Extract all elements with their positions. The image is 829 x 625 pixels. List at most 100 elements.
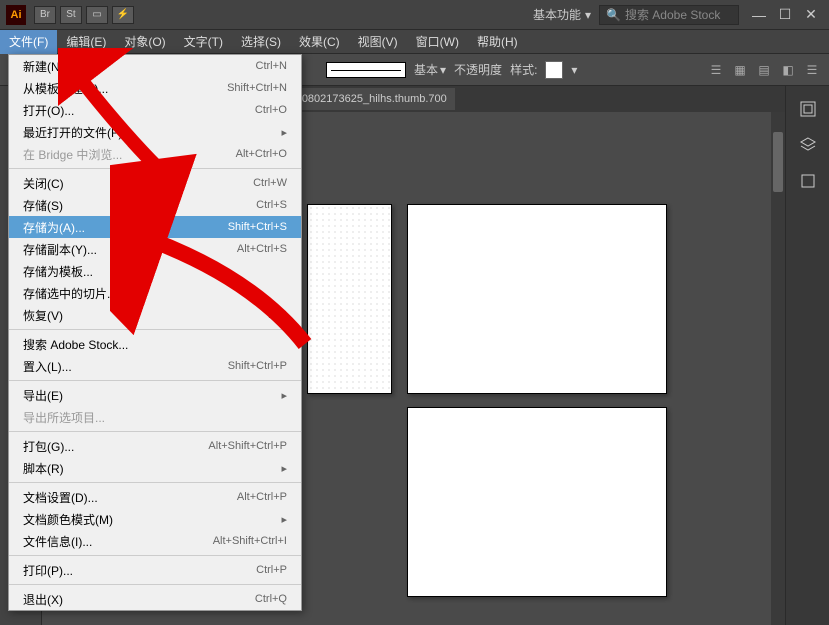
menu-separator xyxy=(9,431,301,432)
menu-effect[interactable]: 效果(C) xyxy=(290,30,349,54)
menu-item-label: 置入(L)... xyxy=(23,358,228,375)
file-menu-item[interactable]: 打包(G)...Alt+Shift+Ctrl+P xyxy=(9,435,301,457)
artboard-3[interactable] xyxy=(407,407,667,597)
menu-item-label: 从模板新建(T)... xyxy=(23,80,227,97)
menu-item-label: 存储为(A)... xyxy=(23,219,228,236)
minimize-button[interactable]: — xyxy=(747,7,771,23)
libraries-icon[interactable] xyxy=(797,98,819,120)
artboards-icon[interactable] xyxy=(797,170,819,192)
file-menu-item[interactable]: 关闭(C)Ctrl+W xyxy=(9,172,301,194)
menu-shortcut: Ctrl+N xyxy=(256,60,287,72)
arrange-icon[interactable]: ▭ xyxy=(86,6,108,24)
menu-shortcut: Ctrl+Q xyxy=(255,593,287,605)
doc-setup-icon[interactable]: ☰ xyxy=(707,61,725,79)
menu-shortcut: Ctrl+O xyxy=(255,104,287,116)
file-menu-item[interactable]: 置入(L)...Shift+Ctrl+P xyxy=(9,355,301,377)
workspace-switcher[interactable]: 基本功能 ▾ xyxy=(525,4,599,25)
transform-icon[interactable]: ◧ xyxy=(779,61,797,79)
menu-shortcut: Ctrl+P xyxy=(256,564,287,576)
bridge-icon[interactable]: Br xyxy=(34,6,56,24)
gpu-icon[interactable]: ⚡ xyxy=(112,6,134,24)
file-menu-item[interactable]: 打印(P)...Ctrl+P xyxy=(9,559,301,581)
search-placeholder: 搜索 Adobe Stock xyxy=(625,6,720,23)
file-menu-item[interactable]: 最近打开的文件(F)▸ xyxy=(9,121,301,143)
artboard-2[interactable] xyxy=(407,204,667,394)
stroke-preview[interactable] xyxy=(326,62,406,78)
file-menu-item[interactable]: 新建(N)...Ctrl+N xyxy=(9,55,301,77)
submenu-arrow-icon: ▸ xyxy=(281,389,287,402)
style-dropdown[interactable]: ▾ xyxy=(571,63,577,77)
menu-edit[interactable]: 编辑(E) xyxy=(57,30,115,54)
file-menu-item[interactable]: 导出(E)▸ xyxy=(9,384,301,406)
file-menu-item: 在 Bridge 中浏览...Alt+Ctrl+O xyxy=(9,143,301,165)
artboard-1[interactable] xyxy=(307,204,392,394)
layers-icon[interactable] xyxy=(797,134,819,156)
menu-shortcut: Shift+Ctrl+N xyxy=(227,82,287,94)
menu-item-label: 在 Bridge 中浏览... xyxy=(23,146,236,163)
menu-file[interactable]: 文件(F) xyxy=(0,30,57,54)
menu-object[interactable]: 对象(O) xyxy=(115,30,174,54)
menu-select[interactable]: 选择(S) xyxy=(232,30,290,54)
stroke-style-dropdown[interactable]: 基本 ▾ xyxy=(414,61,446,78)
menu-item-label: 关闭(C) xyxy=(23,175,253,192)
menu-view[interactable]: 视图(V) xyxy=(349,30,407,54)
file-menu-item[interactable]: 打开(O)...Ctrl+O xyxy=(9,99,301,121)
menu-help[interactable]: 帮助(H) xyxy=(468,30,527,54)
menu-separator xyxy=(9,482,301,483)
file-menu-item[interactable]: 脚本(R)▸ xyxy=(9,457,301,479)
submenu-arrow-icon: ▸ xyxy=(281,462,287,475)
title-bar: Ai Br St ▭ ⚡ 基本功能 ▾ 🔍 搜索 Adobe Stock — ☐… xyxy=(0,0,829,30)
style-swatch[interactable] xyxy=(545,61,563,79)
menu-item-label: 文档设置(D)... xyxy=(23,489,237,506)
file-menu-item[interactable]: 恢复(V)F12 xyxy=(9,304,301,326)
close-button[interactable]: ✕ xyxy=(799,7,823,23)
stock-search-input[interactable]: 🔍 搜索 Adobe Stock xyxy=(599,5,739,25)
scrollbar-thumb[interactable] xyxy=(773,132,783,192)
stock-icon[interactable]: St xyxy=(60,6,82,24)
menu-item-label: 打印(P)... xyxy=(23,562,256,579)
file-menu-item[interactable]: 存储为(A)...Shift+Ctrl+S xyxy=(9,216,301,238)
menu-item-label: 新建(N)... xyxy=(23,58,256,75)
file-menu-item[interactable]: 从模板新建(T)...Shift+Ctrl+N xyxy=(9,77,301,99)
submenu-arrow-icon: ▸ xyxy=(281,126,287,139)
menu-separator xyxy=(9,168,301,169)
file-menu-item[interactable]: 存储副本(Y)...Alt+Ctrl+S xyxy=(9,238,301,260)
maximize-button[interactable]: ☐ xyxy=(773,7,797,23)
menu-separator xyxy=(9,329,301,330)
file-menu-item[interactable]: 存储为模板... xyxy=(9,260,301,282)
menu-shortcut: Alt+Ctrl+P xyxy=(237,491,287,503)
menu-type[interactable]: 文字(T) xyxy=(175,30,232,54)
file-menu-item[interactable]: 存储选中的切片... xyxy=(9,282,301,304)
menu-item-label: 最近打开的文件(F) xyxy=(23,124,281,141)
panel-dock xyxy=(785,86,829,625)
menu-item-label: 导出(E) xyxy=(23,387,281,404)
menu-item-label: 打开(O)... xyxy=(23,102,255,119)
prefs-icon[interactable]: ▦ xyxy=(731,61,749,79)
more-icon[interactable]: ☰ xyxy=(803,61,821,79)
chevron-down-icon: ▾ xyxy=(585,8,591,22)
file-menu-item[interactable]: 存储(S)Ctrl+S xyxy=(9,194,301,216)
menu-item-label: 脚本(R) xyxy=(23,460,281,477)
menu-shortcut: Alt+Shift+Ctrl+I xyxy=(213,535,287,547)
app-logo: Ai xyxy=(6,5,26,25)
file-menu-item[interactable]: 搜索 Adobe Stock... xyxy=(9,333,301,355)
vertical-scrollbar[interactable] xyxy=(771,112,785,625)
menu-item-label: 导出所选项目... xyxy=(23,409,287,426)
menu-window[interactable]: 窗口(W) xyxy=(407,30,468,54)
file-menu-item[interactable]: 文档颜色模式(M)▸ xyxy=(9,508,301,530)
menu-item-label: 搜索 Adobe Stock... xyxy=(23,336,287,353)
menu-item-label: 存储为模板... xyxy=(23,263,287,280)
menu-shortcut: Shift+Ctrl+S xyxy=(228,221,287,233)
align-icon[interactable]: ▤ xyxy=(755,61,773,79)
menu-shortcut: Alt+Ctrl+S xyxy=(237,243,287,255)
menu-shortcut: Ctrl+S xyxy=(256,199,287,211)
menu-shortcut: Shift+Ctrl+P xyxy=(228,360,287,372)
file-menu-item[interactable]: 文件信息(I)...Alt+Shift+Ctrl+I xyxy=(9,530,301,552)
menu-item-label: 文档颜色模式(M) xyxy=(23,511,281,528)
menu-item-label: 文件信息(I)... xyxy=(23,533,213,550)
file-menu-item[interactable]: 退出(X)Ctrl+Q xyxy=(9,588,301,610)
menu-separator xyxy=(9,380,301,381)
file-menu-item[interactable]: 文档设置(D)...Alt+Ctrl+P xyxy=(9,486,301,508)
opacity-label: 不透明度 xyxy=(454,61,502,78)
file-menu-item: 导出所选项目... xyxy=(9,406,301,428)
